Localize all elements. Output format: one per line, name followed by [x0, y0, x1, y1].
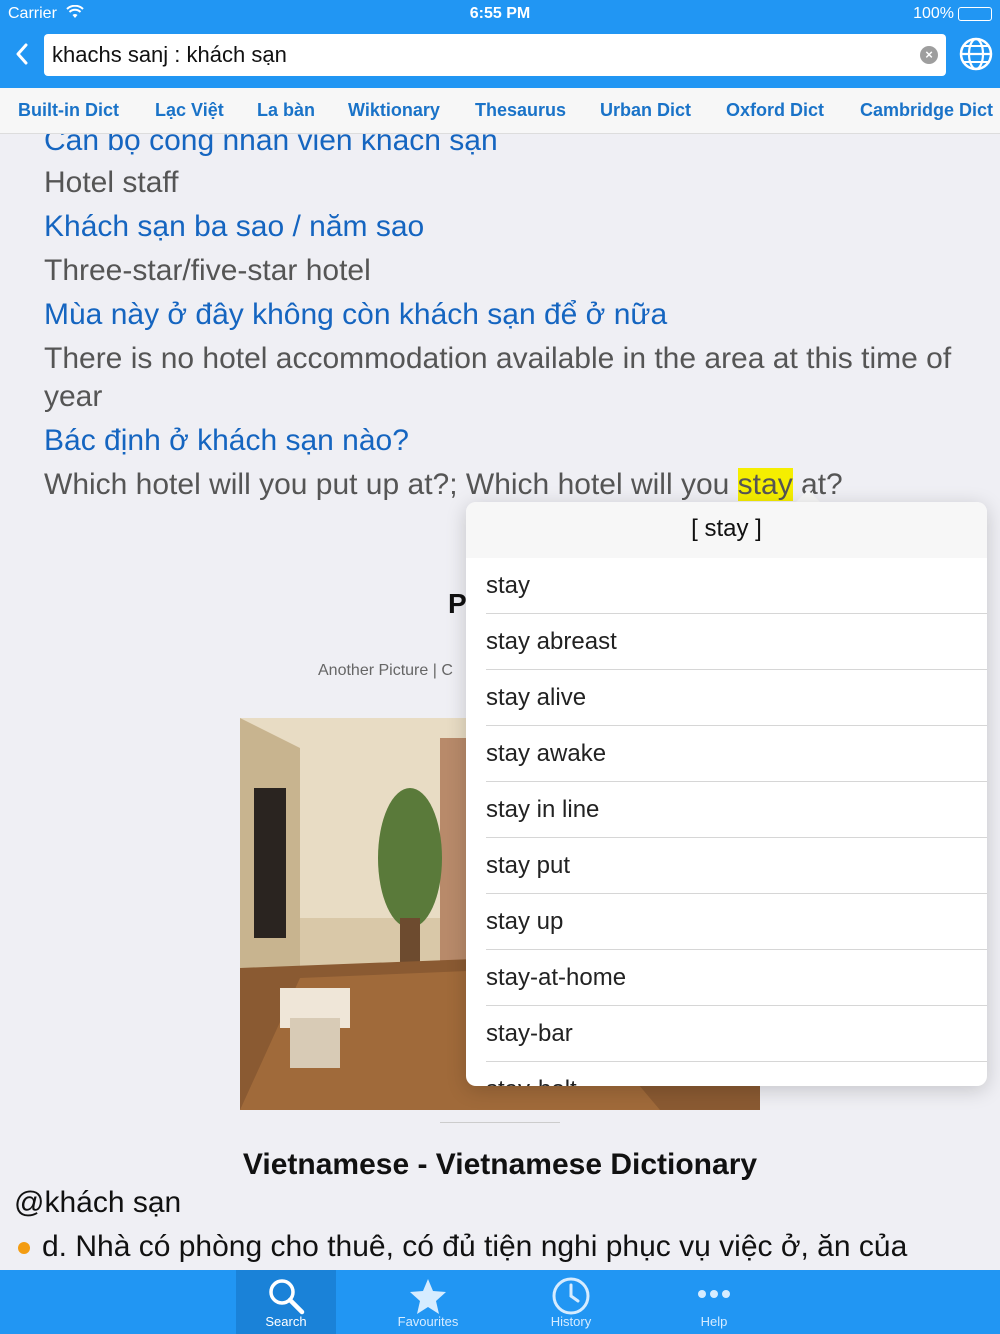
- bullet-icon: [18, 1242, 30, 1255]
- tab-la-ban[interactable]: La bàn: [257, 100, 315, 121]
- example-english: There is no hotel accommodation availabl…: [44, 342, 952, 413]
- suggestion-item[interactable]: stay alive: [486, 670, 987, 726]
- star-icon: [410, 1279, 446, 1314]
- example-vietnamese[interactable]: Bác định ở khách sạn nào?: [44, 422, 994, 460]
- tab-lac-viet[interactable]: Lạc Việt: [155, 100, 224, 121]
- status-time: 6:55 PM: [469, 5, 531, 22]
- highlighted-word[interactable]: stay: [737, 468, 793, 501]
- tab-favourites-label: Favourites: [397, 1314, 459, 1329]
- suggestion-item[interactable]: stay: [486, 558, 987, 614]
- globe-button[interactable]: [958, 36, 994, 72]
- example-vietnamese[interactable]: Cán bộ công nhân viên khách sạn: [44, 134, 994, 160]
- tab-history[interactable]: History: [521, 1270, 621, 1334]
- battery-icon: [958, 7, 992, 21]
- suggestion-item[interactable]: stay awake: [486, 726, 987, 782]
- example-vietnamese[interactable]: Khách sạn ba sao / năm sao: [44, 208, 994, 246]
- tab-help[interactable]: Help: [664, 1270, 764, 1334]
- more-icon: [698, 1290, 730, 1298]
- suggestion-item[interactable]: stay-bar: [486, 1006, 987, 1062]
- dictionary-tabs: Built-in Dict Lạc Việt La bàn Wiktionary…: [0, 88, 1000, 134]
- tab-built-in-dict[interactable]: Built-in Dict: [18, 100, 119, 121]
- suggestion-item[interactable]: stay in line: [486, 782, 987, 838]
- picture-heading: P: [448, 588, 467, 619]
- definition-text: d. Nhà có phòng cho thuê, có đủ tiện ngh…: [42, 1230, 908, 1263]
- search-box: ×: [44, 34, 946, 76]
- clear-search-button[interactable]: ×: [920, 46, 938, 64]
- tab-wiktionary[interactable]: Wiktionary: [348, 100, 440, 121]
- nav-header: Carrier 6:55 PM 100% ×: [0, 0, 1000, 88]
- back-button[interactable]: [8, 38, 36, 72]
- clock-icon: [552, 1277, 590, 1315]
- tab-cambridge-dict[interactable]: Cambridge Dict: [860, 100, 993, 121]
- suggestion-item[interactable]: stay-at-home: [486, 950, 987, 1006]
- dictionary-title: Vietnamese - Vietnamese Dictionary: [242, 1148, 758, 1181]
- tab-history-label: History: [550, 1314, 592, 1329]
- example-english: Which hotel will you put up at?; Which h…: [44, 466, 994, 504]
- chevron-left-icon: [16, 43, 28, 65]
- suggestion-item[interactable]: stay up: [486, 894, 987, 950]
- tab-thesaurus[interactable]: Thesaurus: [475, 100, 566, 121]
- popover-title: [ stay ]: [466, 502, 987, 558]
- section-divider: [440, 1122, 560, 1123]
- example-vietnamese[interactable]: Mùa này ở đây không còn khách sạn để ở n…: [44, 296, 994, 334]
- popover-arrow: [796, 490, 820, 502]
- entry-word: @khách sạn: [14, 1186, 182, 1219]
- suggestion-item[interactable]: stay abreast: [486, 614, 987, 670]
- status-bar: Carrier 6:55 PM 100%: [0, 0, 1000, 28]
- tab-search[interactable]: Search: [236, 1270, 336, 1334]
- example-english: Three-star/five-star hotel: [44, 254, 371, 287]
- definition-item: d. Nhà có phòng cho thuê, có đủ tiện ngh…: [18, 1230, 907, 1264]
- tab-oxford-dict[interactable]: Oxford Dict: [726, 100, 824, 121]
- example-english-part: Which hotel will you put up at?; Which h…: [44, 468, 738, 501]
- word-suggestions-popover: [ stay ] stay stay abreast stay alive st…: [466, 502, 987, 1086]
- search-input[interactable]: [52, 34, 912, 76]
- bottom-tab-bar: Search Favourites History Help: [0, 1270, 1000, 1334]
- tab-urban-dict[interactable]: Urban Dict: [600, 100, 691, 121]
- globe-icon: [959, 37, 993, 71]
- example-english: Hotel staff: [44, 166, 179, 199]
- tab-help-label: Help: [700, 1314, 728, 1329]
- suggestion-item[interactable]: stay-bolt: [486, 1062, 987, 1086]
- tab-favourites[interactable]: Favourites: [378, 1270, 478, 1334]
- tab-search-label: Search: [265, 1314, 307, 1329]
- suggestion-item[interactable]: stay put: [486, 838, 987, 894]
- search-icon: [269, 1279, 305, 1315]
- battery-indicator: 100%: [913, 5, 992, 23]
- battery-percent: 100%: [913, 5, 954, 22]
- picture-links[interactable]: Another Picture | C: [318, 662, 453, 680]
